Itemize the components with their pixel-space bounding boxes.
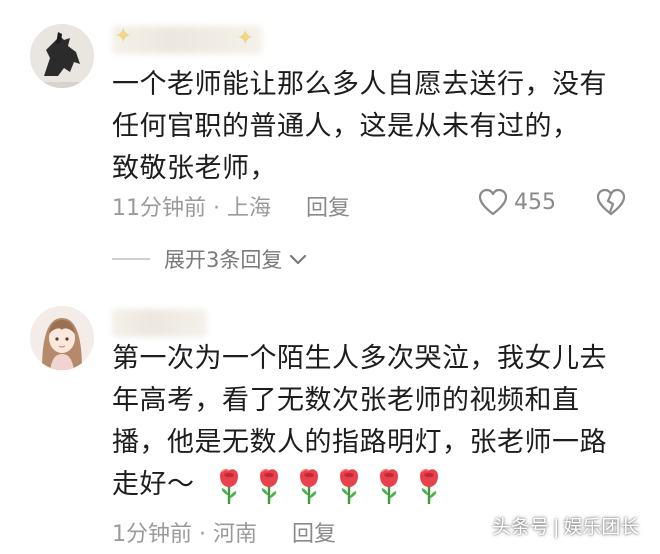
reply-button[interactable]: 回复 — [292, 522, 336, 547]
rose-emoji — [219, 468, 238, 504]
dislike-button[interactable] — [596, 188, 626, 220]
expand-replies-label: 展开3条回复 — [164, 248, 283, 272]
comment-text-line: 一个老师能让那么多人自愿去送行，没有 — [112, 69, 607, 100]
comment-item: ✦ ✦ 一个老师能让那么多人自愿去送行，没有 任何官职的普通人，这是从未有过的，… — [0, 0, 660, 300]
username-blurred[interactable] — [112, 309, 207, 337]
expand-replies-button[interactable]: 展开3条回复 — [112, 244, 308, 274]
comment-meta: 1分钟前 · 河南 回复 — [112, 516, 336, 548]
avatar-horse-rider-image — [30, 24, 94, 88]
like-button[interactable]: 455 — [478, 188, 556, 216]
avatar[interactable] — [30, 306, 94, 370]
comment-meta: 11分钟前 · 上海 回复 — [112, 190, 350, 222]
sparkle-icon: ✦ — [236, 26, 255, 51]
comment-text-line: 第一次为一个陌生人多次哭泣，我女儿去 — [112, 343, 607, 374]
chevron-down-icon — [290, 254, 307, 265]
reply-button[interactable]: 回复 — [306, 196, 350, 221]
avatar[interactable] — [30, 24, 94, 88]
avatar-anime-girl-image — [30, 306, 94, 370]
comment-time-location: 11分钟前 · 上海 — [112, 196, 271, 221]
comment-text-line: 任何官职的普通人，这是从未有过的， — [112, 111, 580, 142]
watermark-separator: | — [553, 516, 560, 538]
rose-emoji — [419, 468, 438, 504]
rose-emoji-group — [214, 466, 444, 506]
sparkle-icon: ✦ — [114, 24, 133, 49]
divider — [112, 258, 150, 260]
heart-outline-icon — [478, 188, 508, 216]
comment-text: 一个老师能让那么多人自愿去送行，没有 任何官职的普通人，这是从未有过的， 致敬张… — [112, 64, 632, 190]
rose-emoji — [339, 468, 358, 504]
comment-text-line: 年高考，看了无数次张老师的视频和直 — [112, 385, 580, 416]
comment-text-line: 播，他是无数人的指路明灯，张老师一路 — [112, 427, 607, 458]
like-count: 455 — [514, 189, 556, 215]
comment-text: 第一次为一个陌生人多次哭泣，我女儿去 年高考，看了无数次张老师的视频和直 播，他… — [112, 338, 632, 506]
rose-emoji — [379, 468, 398, 504]
broken-heart-icon — [596, 188, 626, 216]
rose-emoji — [299, 468, 318, 504]
watermark: 头条号 | 娱乐团长 — [492, 512, 639, 539]
comment-text-segment: 走好～ — [112, 469, 195, 500]
comment-time-location: 1分钟前 · 河南 — [112, 522, 257, 547]
watermark-account: 娱乐团长 — [563, 516, 640, 538]
rose-emoji — [259, 468, 278, 504]
comment-text-line: 致敬张老师， — [112, 153, 277, 184]
watermark-platform: 头条号 — [492, 516, 550, 538]
comment-text-line-with-emoji: 走好～ — [112, 464, 632, 506]
